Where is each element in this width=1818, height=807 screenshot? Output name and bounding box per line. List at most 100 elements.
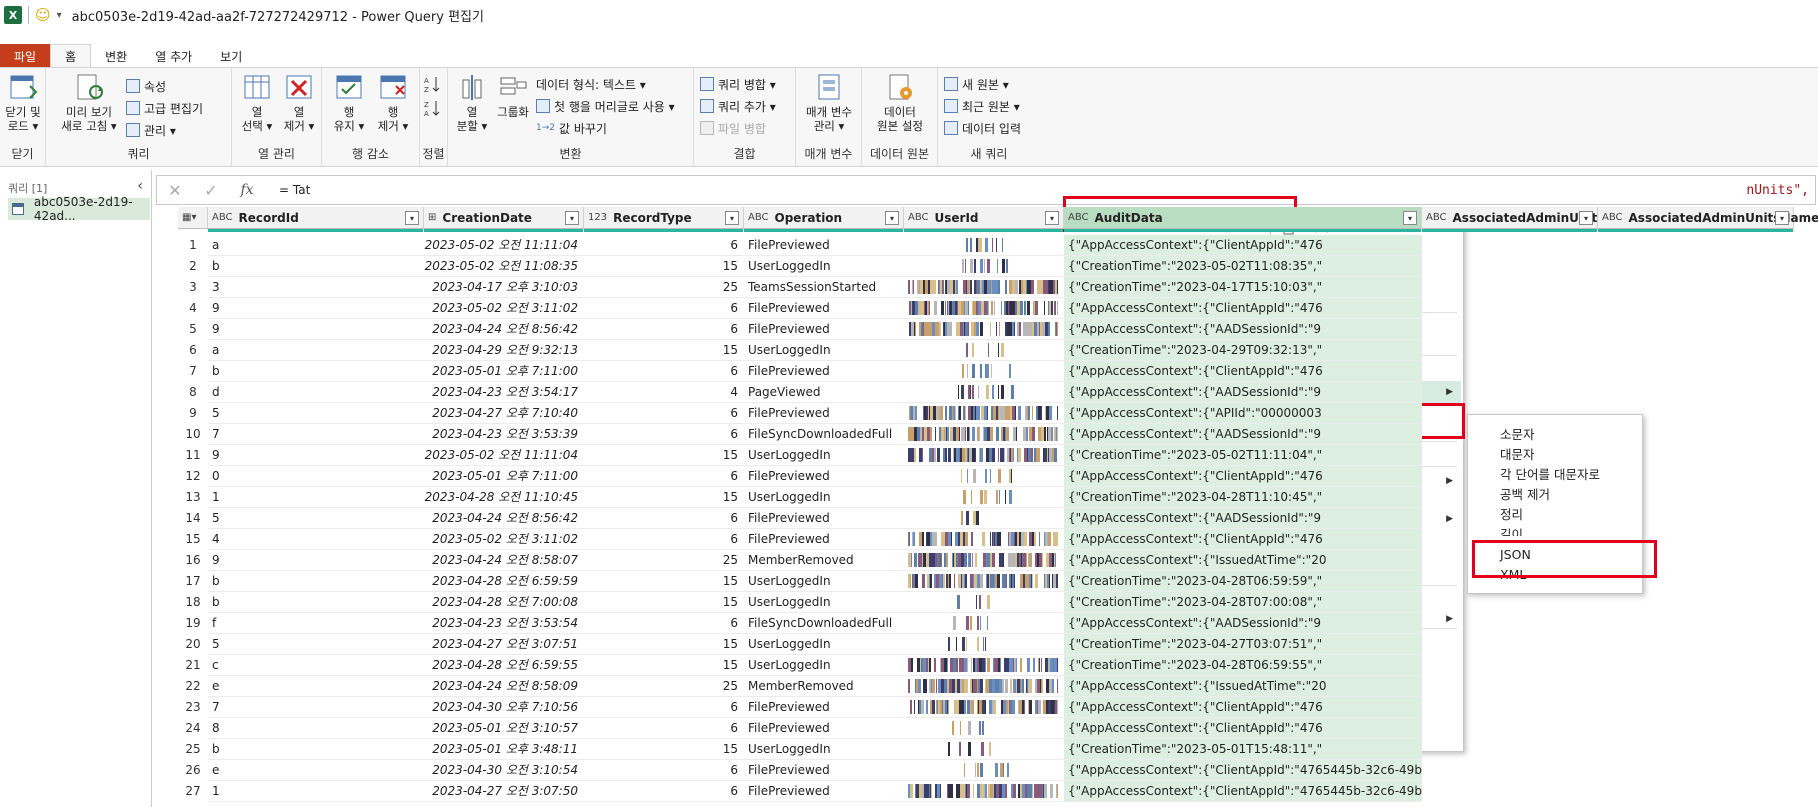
cell-audit-data[interactable]: {"CreationTime":"2023-04-28T06:59:55"," [1064, 655, 1422, 676]
row-number[interactable]: 23 [178, 697, 208, 718]
cell-audit-data[interactable]: {"AppAccessContext":{"ClientAppId":"476 [1064, 718, 1422, 739]
row-number[interactable]: 18 [178, 592, 208, 613]
cell-creation-date[interactable]: 2023-04-29 오전 9:32:13 [424, 340, 584, 361]
row-number[interactable]: 10 [178, 424, 208, 445]
formula-text[interactable]: = Tat [279, 183, 310, 197]
cell-user-id[interactable] [904, 445, 1064, 466]
row-number[interactable]: 5 [178, 319, 208, 340]
cell-operation[interactable]: FilePreviewed [744, 529, 904, 550]
cell-record-id[interactable]: 3 [208, 277, 424, 298]
cell-record-id[interactable]: e [208, 676, 424, 697]
column-filter-icon[interactable]: ▾ [1045, 211, 1059, 225]
append-queries-button[interactable]: 쿼리 추가 ▾ [700, 96, 776, 116]
cell-record-type[interactable]: 15 [584, 256, 744, 277]
cell-creation-date[interactable]: 2023-05-01 오후 7:11:00 [424, 361, 584, 382]
cell-user-id[interactable] [904, 466, 1064, 487]
cell-record-type[interactable]: 15 [584, 592, 744, 613]
cell-creation-date[interactable]: 2023-04-17 오후 3:10:03 [424, 277, 584, 298]
cell-record-type[interactable]: 6 [584, 508, 744, 529]
cell-operation[interactable]: FilePreviewed [744, 319, 904, 340]
cell-creation-date[interactable]: 2023-04-27 오전 3:07:50 [424, 781, 584, 802]
row-number[interactable]: 8 [178, 382, 208, 403]
sort-ascending-button[interactable]: AZ [424, 74, 442, 94]
cell-record-id[interactable]: d [208, 382, 424, 403]
column-type-icon[interactable]: ABC [1602, 212, 1623, 223]
cell-record-type[interactable]: 6 [584, 319, 744, 340]
cell-record-type[interactable]: 15 [584, 340, 744, 361]
cell-audit-data[interactable]: {"CreationTime":"2023-04-28T06:59:59"," [1064, 571, 1422, 592]
cell-record-type[interactable]: 6 [584, 613, 744, 634]
cell-user-id[interactable] [904, 634, 1064, 655]
cell-record-type[interactable]: 6 [584, 529, 744, 550]
cell-record-type[interactable]: 6 [584, 424, 744, 445]
cell-record-id[interactable]: 1 [208, 781, 424, 802]
cell-audit-data[interactable]: {"AppAccessContext":{"ClientAppId":"476 [1064, 466, 1422, 487]
cell-audit-data[interactable]: {"AppAccessContext":{"AADSessionId":"9 [1064, 424, 1422, 445]
cell-user-id[interactable] [904, 298, 1064, 319]
use-first-row-as-headers-button[interactable]: 첫 행을 머리글로 사용 ▾ [536, 96, 675, 116]
cell-audit-data[interactable]: {"CreationTime":"2023-04-17T15:10:03"," [1064, 277, 1422, 298]
cell-record-type[interactable]: 15 [584, 445, 744, 466]
cell-operation[interactable]: FilePreviewed [744, 298, 904, 319]
cell-record-id[interactable]: 7 [208, 697, 424, 718]
cell-audit-data[interactable]: {"CreationTime":"2023-05-01T15:48:11"," [1064, 739, 1422, 760]
cell-operation[interactable]: UserLoggedIn [744, 592, 904, 613]
cell-record-type[interactable]: 6 [584, 760, 744, 781]
row-number[interactable]: 19 [178, 613, 208, 634]
column-type-icon[interactable]: ABC [1426, 212, 1447, 223]
column-header-associated-admin-units[interactable]: ABC AssociatedAdminUnits ▾ [1422, 207, 1604, 229]
cell-user-id[interactable] [904, 319, 1064, 340]
refresh-preview-button[interactable]: 미리 보기 새로 고침 ▾ [54, 72, 124, 133]
cell-audit-data[interactable]: {"CreationTime":"2023-05-02T11:11:04"," [1064, 445, 1422, 466]
cell-creation-date[interactable]: 2023-04-30 오후 7:10:56 [424, 697, 584, 718]
row-number[interactable]: 20 [178, 634, 208, 655]
column-type-icon[interactable]: ABC [748, 212, 769, 223]
quick-access-dropdown-icon[interactable]: ▾ [57, 10, 62, 21]
cell-creation-date[interactable]: 2023-04-24 오전 8:58:09 [424, 676, 584, 697]
cell-record-id[interactable]: 7 [208, 424, 424, 445]
tab-file[interactable]: 파일 [0, 44, 51, 68]
row-number[interactable]: 4 [178, 298, 208, 319]
fx-icon[interactable]: fx [229, 182, 265, 198]
column-header-operation[interactable]: ABC Operation ▾ [744, 207, 904, 229]
cell-user-id[interactable] [904, 235, 1064, 256]
cell-record-id[interactable]: f [208, 613, 424, 634]
cell-record-type[interactable]: 6 [584, 697, 744, 718]
cell-creation-date[interactable]: 2023-04-27 오전 3:07:51 [424, 634, 584, 655]
cell-user-id[interactable] [904, 760, 1064, 781]
tab-transform[interactable]: 변환 [91, 44, 141, 68]
cell-record-type[interactable]: 6 [584, 298, 744, 319]
cell-user-id[interactable] [904, 508, 1064, 529]
cell-user-id[interactable] [904, 487, 1064, 508]
column-filter-icon[interactable]: ▾ [405, 211, 419, 225]
cell-audit-data[interactable]: {"AppAccessContext":{"IssuedAtTime":"20 [1064, 676, 1422, 697]
new-source-button[interactable]: 새 원본 ▾ [944, 74, 1009, 94]
select-all-corner[interactable]: ▦▾ [178, 207, 208, 229]
cell-audit-data[interactable]: {"AppAccessContext":{"AADSessionId":"9 [1064, 613, 1422, 634]
cell-user-id[interactable] [904, 529, 1064, 550]
cell-creation-date[interactable]: 2023-04-27 오후 7:10:40 [424, 403, 584, 424]
column-header-audit-data[interactable]: ABC AuditData ▾ [1064, 207, 1422, 229]
cell-audit-data[interactable]: {"AppAccessContext":{"ClientAppId":"476 [1064, 697, 1422, 718]
row-number[interactable]: 6 [178, 340, 208, 361]
row-number[interactable]: 14 [178, 508, 208, 529]
cell-record-type[interactable]: 15 [584, 739, 744, 760]
tab-home[interactable]: 홈 [50, 44, 92, 68]
cell-record-id[interactable]: 4 [208, 529, 424, 550]
cell-operation[interactable]: FileSyncDownloadedFull [744, 424, 904, 445]
cell-audit-data[interactable]: {"AppAccessContext":{"AADSessionId":"9 [1064, 382, 1422, 403]
cell-record-type[interactable]: 4 [584, 382, 744, 403]
enter-data-button[interactable]: 데이터 입력 [944, 118, 1021, 138]
cell-operation[interactable]: FilePreviewed [744, 466, 904, 487]
cell-operation[interactable]: FilePreviewed [744, 235, 904, 256]
cell-audit-data[interactable]: {"CreationTime":"2023-04-28T07:00:08"," [1064, 592, 1422, 613]
cell-user-id[interactable] [904, 382, 1064, 403]
cell-record-id[interactable]: b [208, 256, 424, 277]
cell-operation[interactable]: TeamsSessionStarted [744, 277, 904, 298]
cell-user-id[interactable] [904, 718, 1064, 739]
replace-values-button[interactable]: 1→2 값 바꾸기 [536, 118, 607, 138]
cell-record-type[interactable]: 6 [584, 361, 744, 382]
cell-record-id[interactable]: b [208, 739, 424, 760]
cell-creation-date[interactable]: 2023-04-28 오전 7:00:08 [424, 592, 584, 613]
row-number[interactable]: 11 [178, 445, 208, 466]
